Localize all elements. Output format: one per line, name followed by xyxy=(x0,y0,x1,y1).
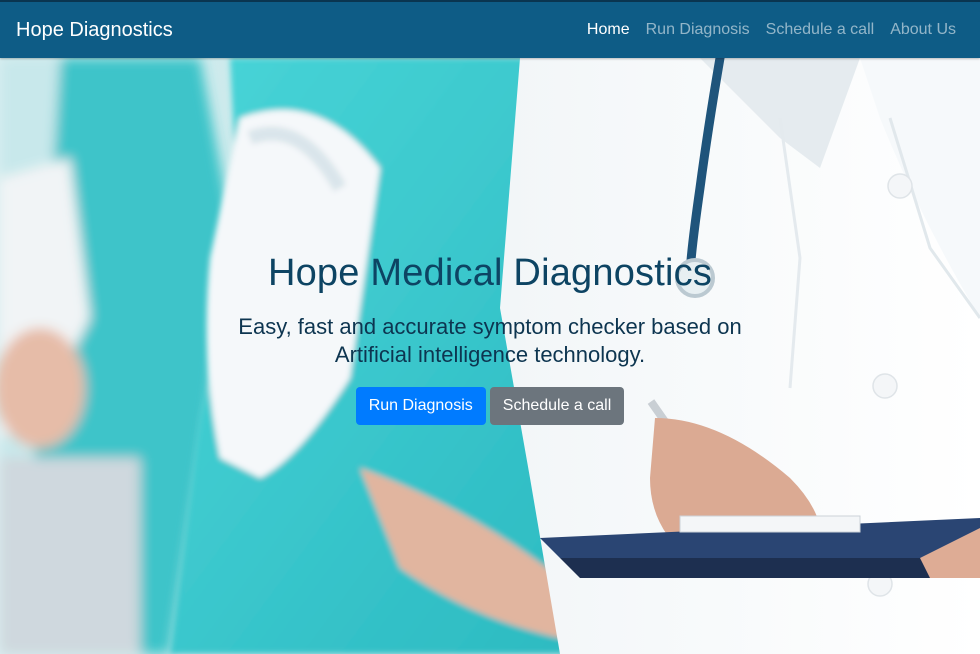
run-diagnosis-button[interactable]: Run Diagnosis xyxy=(355,387,486,425)
hero-title: Hope Medical Diagnostics xyxy=(267,252,713,294)
top-navbar: Hope Diagnostics Home Run Diagnosis Sche… xyxy=(0,0,980,58)
nav-home[interactable]: Home xyxy=(579,21,638,39)
hero-buttons: Run Diagnosis Schedule a call xyxy=(0,387,980,425)
nav-about-us[interactable]: About Us xyxy=(882,21,964,39)
nav-run-diagnosis[interactable]: Run Diagnosis xyxy=(638,21,758,39)
hero-section: Hope Medical Diagnostics Easy, fast and … xyxy=(0,58,980,654)
nav-links: Home Run Diagnosis Schedule a call About… xyxy=(579,21,964,39)
brand-link[interactable]: Hope Diagnostics xyxy=(16,19,173,42)
nav-schedule-call[interactable]: Schedule a call xyxy=(758,21,883,39)
hero-subtitle: Easy, fast and accurate symptom checker … xyxy=(238,314,742,367)
schedule-call-button[interactable]: Schedule a call xyxy=(489,387,625,425)
hero-content: Hope Medical Diagnostics Easy, fast and … xyxy=(0,252,980,425)
